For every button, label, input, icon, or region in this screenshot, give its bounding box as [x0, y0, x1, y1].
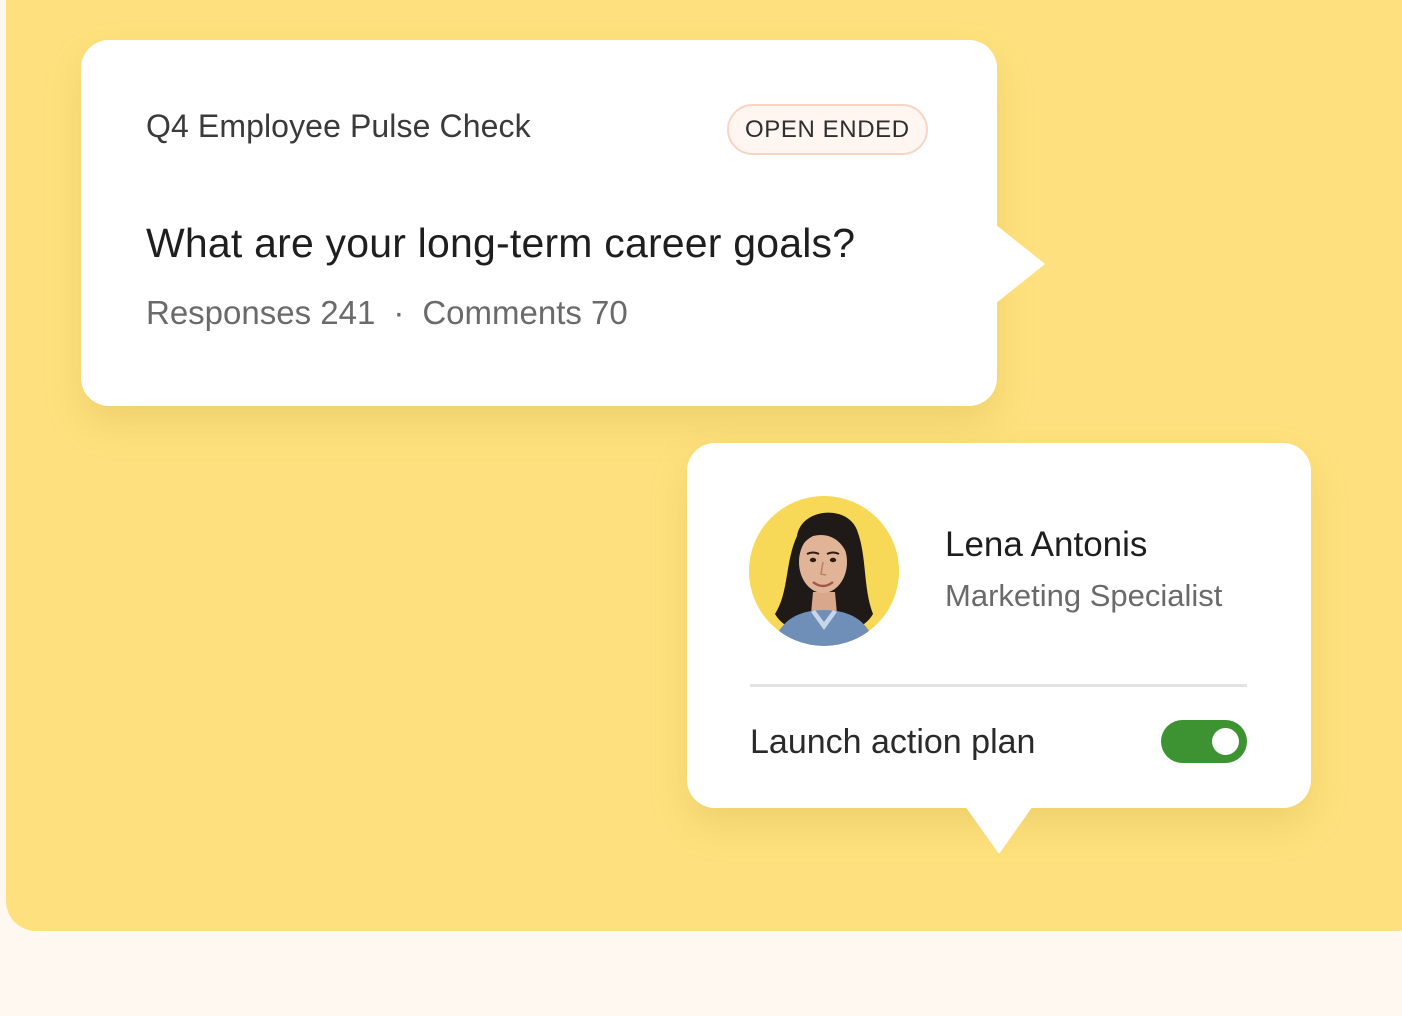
- comments-count: Comments 70: [422, 294, 628, 331]
- page: Q4 Employee Pulse Check OPEN ENDED What …: [0, 0, 1402, 1016]
- stats-separator: ·: [393, 294, 405, 331]
- survey-card-pointer: [995, 224, 1045, 304]
- responses-count: Responses 241: [146, 294, 376, 331]
- person-name: Lena Antonis: [945, 525, 1148, 564]
- person-card: Lena Antonis Marketing Specialist Launch…: [687, 443, 1311, 854]
- survey-title: Q4 Employee Pulse Check: [146, 108, 531, 144]
- person-photo-icon: [749, 496, 899, 646]
- card-divider: [750, 684, 1247, 687]
- person-role: Marketing Specialist: [945, 578, 1223, 613]
- toggle-knob: [1212, 728, 1239, 755]
- survey-stats: Responses 241 · Comments 70: [146, 294, 628, 332]
- survey-card[interactable]: Q4 Employee Pulse Check OPEN ENDED What …: [81, 40, 1045, 406]
- survey-question: What are your long-term career goals?: [146, 220, 856, 266]
- launch-action-plan-label: Launch action plan: [750, 723, 1036, 761]
- question-type-badge: OPEN ENDED: [727, 104, 928, 155]
- person-card-pointer: [965, 806, 1033, 854]
- launch-action-plan-toggle[interactable]: [1161, 720, 1247, 763]
